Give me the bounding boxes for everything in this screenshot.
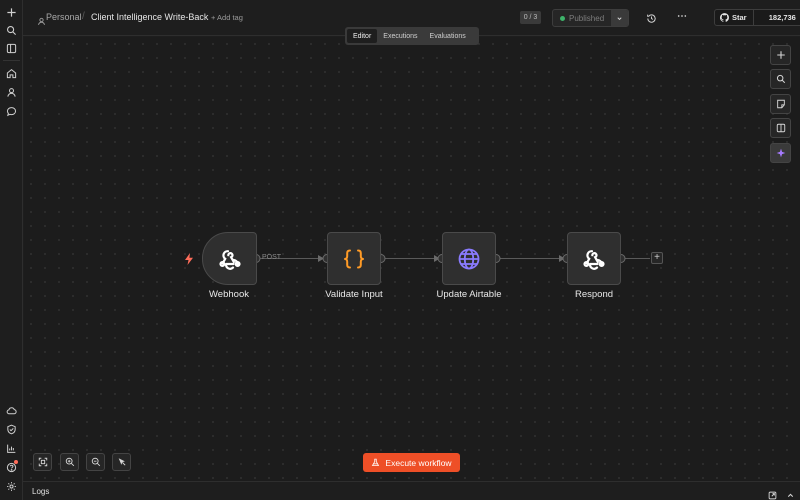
chart-icon[interactable] — [2, 439, 21, 457]
tidy-up-button[interactable] — [112, 453, 131, 471]
add-node-button[interactable] — [770, 45, 791, 65]
github-star-button[interactable]: Star 182,736 — [714, 9, 800, 26]
zoom-out-icon — [91, 457, 100, 467]
execute-workflow-button[interactable]: Execute workflow — [363, 453, 460, 472]
logs-label: Logs — [32, 487, 50, 496]
zoom-in-button[interactable] — [60, 453, 79, 471]
publish-button[interactable]: Published — [552, 9, 629, 27]
add-next-node-button[interactable]: + — [651, 252, 663, 264]
app-window: Personal / Client Intelligence Write-Bac… — [0, 0, 800, 500]
left-rail — [0, 0, 23, 500]
more-options-icon[interactable] — [675, 11, 689, 24]
code-braces-icon — [344, 249, 364, 268]
notification-dot — [14, 460, 18, 464]
node-update-airtable[interactable] — [442, 232, 496, 285]
node-label-validate-input: Validate Input — [325, 289, 383, 300]
panel-icon — [776, 123, 785, 133]
side-panel-button[interactable] — [770, 118, 791, 138]
node-label-respond: Respond — [574, 289, 614, 300]
home-icon[interactable] — [2, 64, 21, 82]
rail-divider — [3, 60, 20, 61]
github-star-label: Star — [732, 13, 747, 22]
logs-bar[interactable]: Logs — [23, 481, 800, 500]
chevron-up-icon[interactable] — [786, 487, 795, 497]
execute-workflow-label: Execute workflow — [385, 457, 452, 468]
search-icon[interactable] — [2, 21, 21, 39]
search-icon — [776, 74, 785, 84]
node-label-update-airtable: Update Airtable — [436, 289, 502, 300]
edge-method-label: POST — [262, 254, 282, 261]
publish-label: Published — [569, 13, 605, 23]
add-tag-button[interactable]: + Add tag — [211, 13, 243, 22]
zoom-in-icon — [65, 457, 74, 467]
github-star-count: 182,736 — [768, 13, 796, 22]
sticky-note-icon — [776, 99, 785, 109]
node-respond[interactable] — [567, 232, 621, 285]
production-checklist-counter[interactable]: 0 / 3 — [520, 11, 541, 24]
workflow-canvas[interactable] — [24, 37, 800, 481]
sparkle-icon — [776, 148, 785, 158]
webhook-icon — [583, 249, 605, 270]
shield-icon[interactable] — [2, 420, 21, 438]
plus-icon[interactable] — [2, 3, 21, 21]
popout-icon[interactable] — [768, 487, 777, 500]
chevron-down-icon[interactable] — [611, 10, 628, 26]
node-webhook[interactable] — [202, 232, 257, 285]
flask-icon — [372, 458, 380, 466]
ai-assistant-button[interactable] — [770, 143, 791, 163]
zoom-out-button[interactable] — [86, 453, 105, 471]
workflow-name[interactable]: Client Intelligence Write-Back — [91, 12, 208, 22]
view-tabs: Editor Executions Evaluations — [345, 27, 479, 45]
tab-executions[interactable]: Executions — [377, 29, 423, 43]
trigger-bolt-icon — [184, 252, 194, 265]
search-nodes-button[interactable] — [770, 69, 791, 89]
user-icon[interactable] — [2, 83, 21, 101]
breadcrumb-parent[interactable]: Personal — [46, 12, 82, 22]
user-icon — [37, 13, 46, 25]
webhook-icon — [218, 249, 241, 270]
cloud-icon[interactable] — [2, 401, 21, 419]
sticky-note-button[interactable] — [770, 94, 791, 114]
github-star[interactable]: Star — [715, 10, 754, 25]
status-dot — [560, 15, 565, 21]
tab-editor[interactable]: Editor — [347, 29, 378, 43]
github-icon — [720, 13, 729, 22]
fit-view-button[interactable] — [33, 453, 52, 471]
sidebar-toggle-icon[interactable] — [2, 39, 21, 57]
node-validate-input[interactable] — [327, 232, 381, 285]
cursor-icon — [118, 458, 126, 466]
chat-icon[interactable] — [2, 102, 21, 120]
breadcrumb-separator: / — [82, 11, 85, 22]
settings-icon[interactable] — [2, 477, 21, 495]
tab-evaluations[interactable]: Evaluations — [424, 29, 472, 43]
globe-icon — [458, 248, 480, 269]
history-icon[interactable] — [646, 11, 659, 24]
fit-view-icon — [38, 457, 47, 467]
help-icon[interactable] — [2, 458, 21, 476]
node-label-webhook: Webhook — [209, 289, 249, 300]
publish-status[interactable]: Published — [553, 10, 611, 26]
plus-icon — [776, 51, 785, 59]
